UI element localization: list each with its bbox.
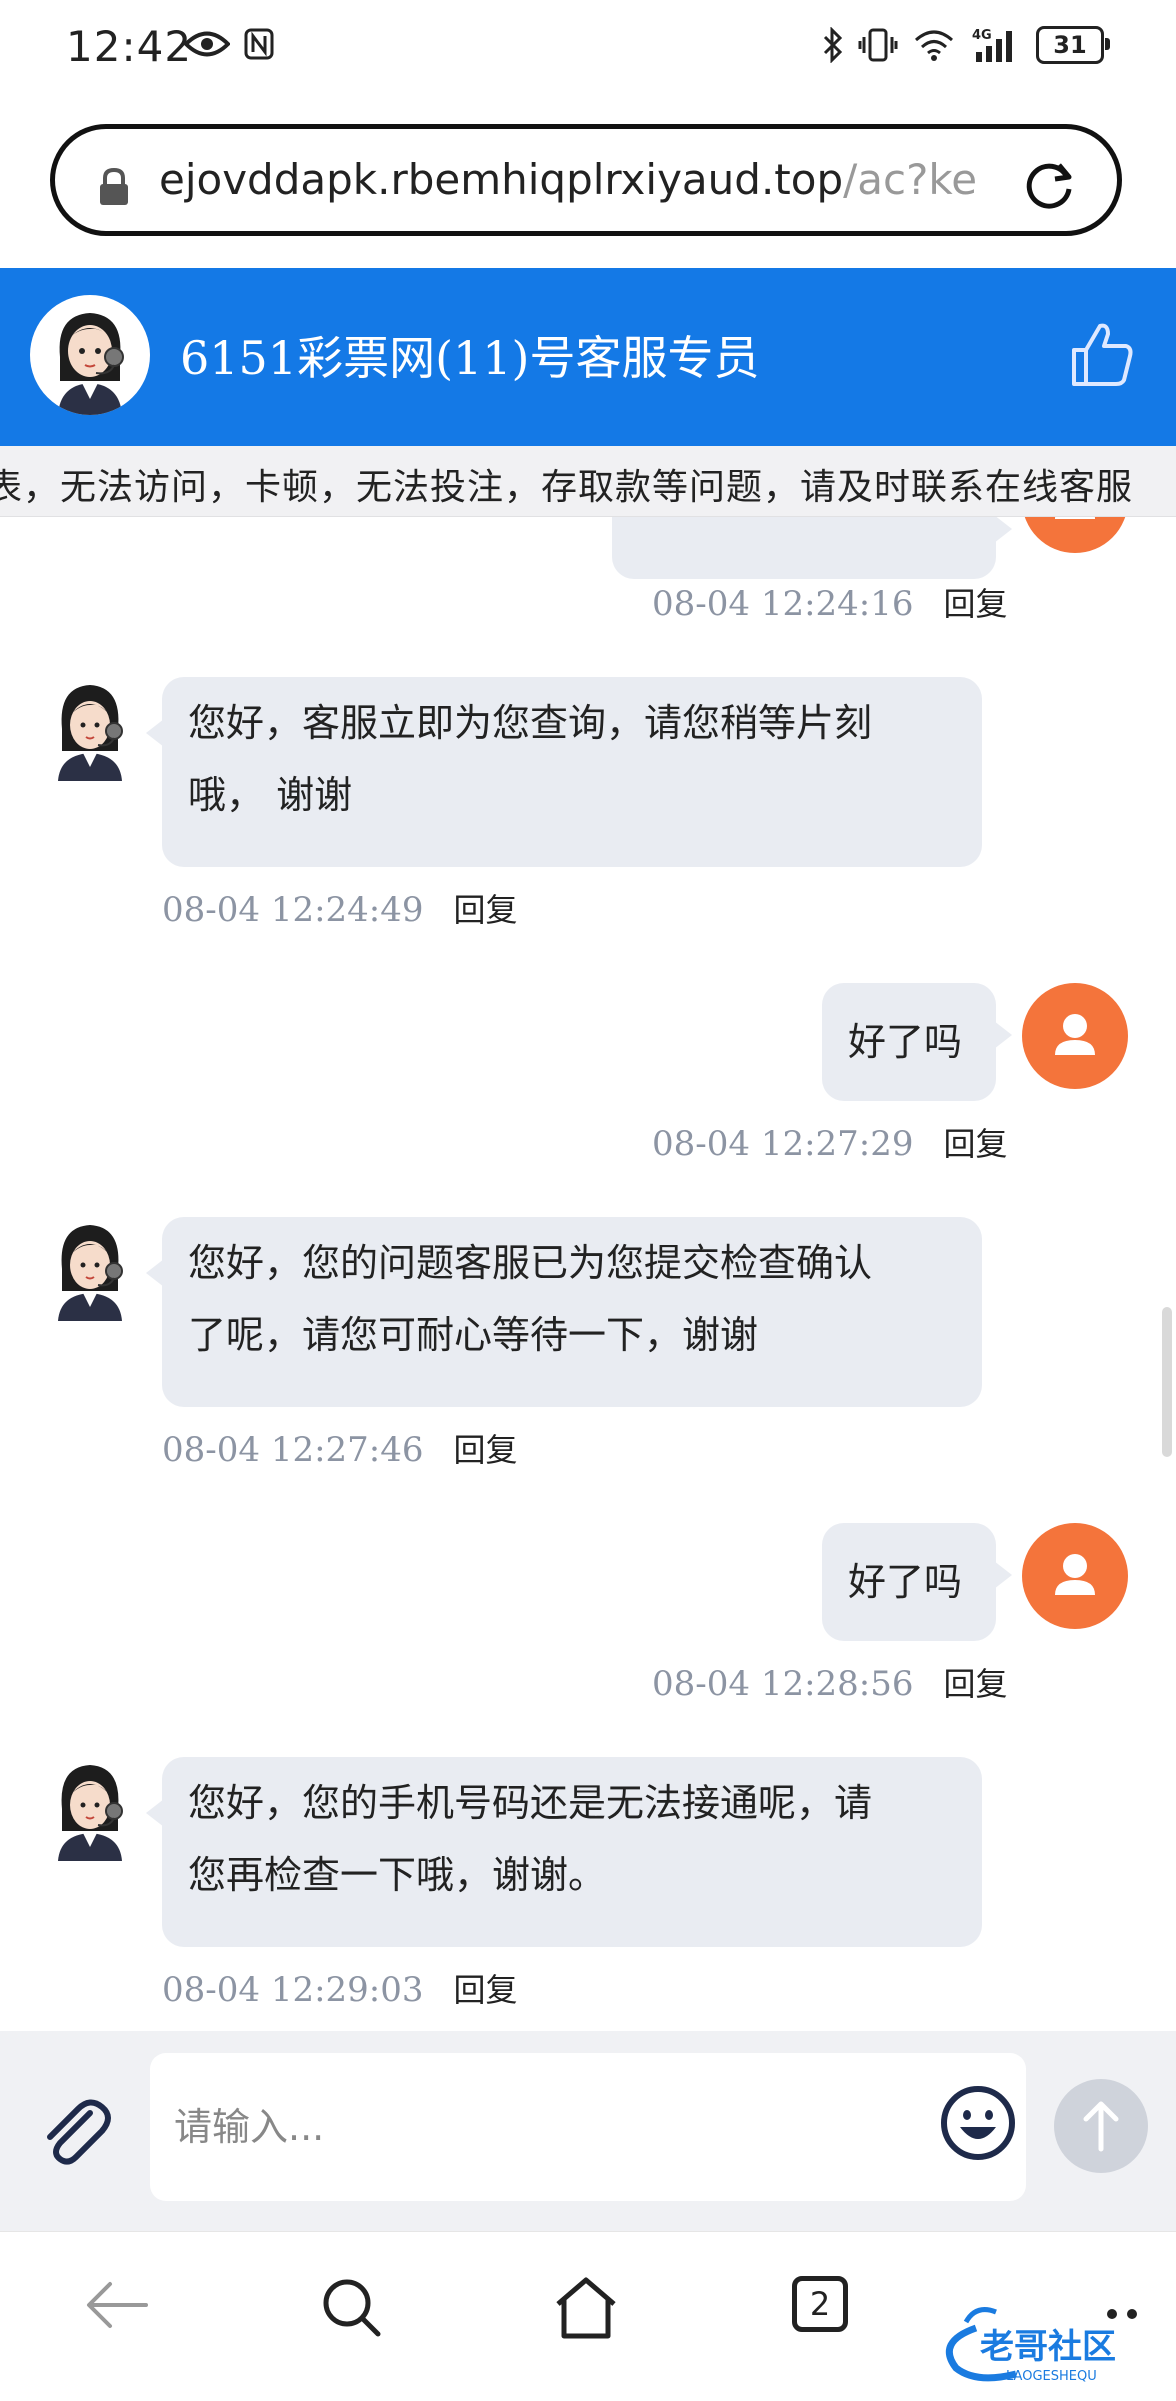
message-time: 08-04 12:27:46 — [162, 1430, 424, 1470]
message-line: 您再检查一下哦，谢谢。 — [188, 1853, 607, 1897]
reply-link[interactable]: 回复 — [944, 1665, 1008, 1703]
status-left-icons — [184, 28, 274, 60]
battery-indicator: 31 — [1036, 26, 1110, 64]
message-meta: 08-04 12:27:46 回复 — [162, 1425, 518, 1471]
message-text: 好了吗 — [848, 1020, 963, 1064]
agent-message-bubble: 您好，您的手机号码还是无法接通呢，请 您再检查一下哦，谢谢。 — [146, 1757, 982, 1947]
user-message-bubble: 好了吗 — [822, 983, 1012, 1101]
message-line: 您好，客服立即为您查询，请您稍等片刻 — [188, 701, 873, 745]
status-time: 12:42 — [66, 22, 193, 71]
agent-message-bubble: 您好，客服立即为您查询，请您稍等片刻 哦， 谢谢 — [146, 677, 982, 867]
message-meta: 08-04 12:29:03 回复 — [162, 1965, 518, 2011]
message-line: 了呢，请您可耐心等待一下，谢谢 — [188, 1313, 759, 1357]
user-avatar — [1022, 1523, 1128, 1629]
chat-area[interactable]: 08-04 12:24:16 回复 您好，客服立即为您查询，请您稍等片刻 哦， 谢… — [0, 517, 1176, 2031]
message-line: 您好，您的手机号码还是无法接通呢，请 — [188, 1781, 873, 1825]
message-time: 08-04 12:29:03 — [162, 1970, 424, 2010]
notice-marquee: 表，无法访问，卡顿，无法投注，存取款等问题，请及时联系在线客服 — [0, 446, 1176, 517]
reply-link[interactable]: 回复 — [454, 1431, 518, 1469]
status-right-icons: 4G 31 — [822, 26, 1110, 64]
thumbs-up-icon[interactable] — [1070, 320, 1134, 388]
chat-title: 6151彩票网(11)号客服专员 — [180, 331, 760, 385]
message-time: 08-04 12:27:29 — [652, 1124, 914, 1164]
reload-icon[interactable] — [1021, 157, 1077, 213]
agent-avatar — [42, 1217, 138, 1321]
nfc-icon — [244, 28, 274, 60]
user-avatar — [1022, 983, 1128, 1089]
watermark-subtext: LAOGESHEQU — [1006, 2369, 1097, 2384]
eye-icon — [184, 31, 230, 57]
message-time: 08-04 12:24:49 — [162, 890, 424, 930]
agent-message-bubble: 您好，您的问题客服已为您提交检查确认 了呢，请您可耐心等待一下，谢谢 — [146, 1217, 982, 1407]
home-icon[interactable] — [552, 2276, 620, 2340]
message-input[interactable] — [150, 2053, 1026, 2201]
user-message-bubble: 好了吗 — [822, 1523, 1012, 1641]
send-button[interactable] — [1054, 2079, 1148, 2173]
url-host: ejovddapk.rbemhiqplrxiyaud.top — [159, 155, 844, 204]
notice-text: 表，无法访问，卡顿，无法投注，存取款等问题，请及时联系在线客服 — [0, 467, 1134, 508]
composer — [0, 2031, 1176, 2231]
url-text[interactable]: ejovddapk.rbemhiqplrxiyaud.top/ac?ke — [159, 155, 1039, 204]
emoji-icon[interactable] — [938, 2083, 1018, 2163]
tabs-button[interactable]: 2 — [792, 2276, 848, 2332]
agent-avatar — [42, 677, 138, 781]
bluetooth-icon — [823, 27, 843, 63]
message-line: 您好，您的问题客服已为您提交检查确认 — [188, 1241, 873, 1285]
site-watermark: 老哥社区 LAOGESHEQU — [945, 2307, 1137, 2384]
message-meta: 08-04 12:24:16 回复 — [652, 579, 1008, 625]
user-avatar — [1022, 517, 1128, 553]
message-text: 好了吗 — [848, 1560, 963, 1604]
arrow-up-icon — [1083, 2101, 1119, 2152]
watermark-text: 老哥社区 — [980, 2327, 1116, 2367]
svg-text:4G: 4G — [972, 28, 992, 43]
reply-link[interactable]: 回复 — [944, 1125, 1008, 1163]
paperclip-icon[interactable] — [36, 2091, 116, 2171]
status-bar: 12:42 4G 31 — [0, 0, 1176, 100]
reply-link[interactable]: 回复 — [454, 1971, 518, 2009]
url-path: /ac?ke — [843, 155, 978, 204]
message-line: 哦， 谢谢 — [188, 773, 353, 817]
signal-icon: 4G — [972, 28, 1012, 62]
address-bar[interactable]: ejovddapk.rbemhiqplrxiyaud.top/ac?ke — [50, 124, 1122, 236]
browser-nav-bar: 2 老哥社区 LAOGESHEQU — [0, 2231, 1176, 2401]
message-meta: 08-04 12:24:49 回复 — [162, 885, 518, 931]
back-arrow-icon[interactable] — [84, 2276, 150, 2334]
message-meta: 08-04 12:27:29 回复 — [652, 1119, 1008, 1165]
message-time: 08-04 12:24:16 — [652, 584, 914, 624]
agent-avatar — [42, 1757, 138, 1861]
lock-icon — [100, 167, 128, 205]
chat-header: 6151彩票网(11)号客服专员 — [0, 268, 1176, 446]
search-icon[interactable] — [320, 2276, 384, 2340]
wifi-icon — [915, 30, 953, 61]
message-meta: 08-04 12:28:56 回复 — [652, 1659, 1008, 1705]
agent-avatar — [30, 295, 150, 415]
message-time: 08-04 12:28:56 — [652, 1664, 914, 1704]
reply-link[interactable]: 回复 — [454, 891, 518, 929]
scrollbar[interactable] — [1162, 1307, 1172, 1457]
reply-link[interactable]: 回复 — [944, 585, 1008, 623]
vibrate-icon — [858, 28, 898, 62]
user-message-bubble — [612, 517, 1012, 579]
